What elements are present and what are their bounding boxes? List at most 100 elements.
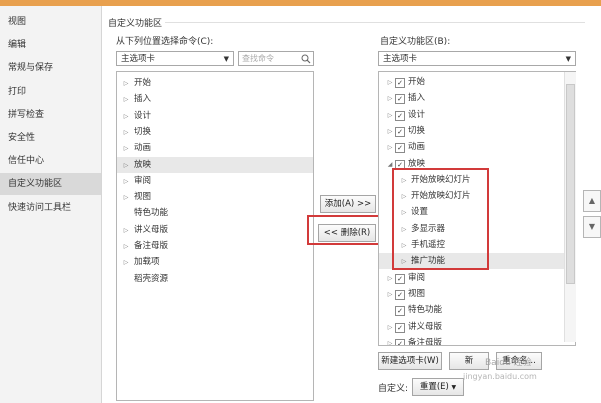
move-down-icon: ▼ (588, 222, 596, 231)
checkbox[interactable]: ✓ (395, 338, 405, 345)
expand-arrow-icon[interactable]: ▷ (385, 91, 395, 107)
list-item-label: 切换 (134, 126, 152, 137)
scrollbar-thumb[interactable] (566, 84, 575, 284)
checkbox[interactable]: ✓ (395, 143, 405, 154)
tree-row-label: 开始 (408, 77, 426, 87)
sidebar-item-print[interactable]: 打印 (0, 81, 101, 103)
new-tab-button[interactable]: 新建选项卡(W) (378, 352, 442, 370)
tree-row-label: 视图 (408, 288, 426, 299)
tree-scrollbar[interactable] (564, 72, 576, 342)
expand-arrow-icon[interactable]: ▷ (121, 125, 131, 141)
list-item[interactable]: ▷ 开始 (117, 75, 313, 92)
list-item-label: 视图 (134, 192, 152, 203)
sidebar-item-trust-center[interactable]: 信任中心 (0, 150, 101, 172)
expand-arrow-icon[interactable]: ▷ (121, 239, 131, 255)
expand-arrow-icon[interactable]: ▷ (121, 109, 131, 125)
checkbox[interactable]: ✓ (395, 322, 405, 333)
list-item-label: 动画 (134, 143, 152, 154)
list-item[interactable]: ▷ 切换 (117, 124, 313, 141)
expand-arrow-icon[interactable]: ▷ (121, 158, 131, 174)
list-item[interactable]: ▷ 放映 (117, 156, 313, 174)
tree-row[interactable]: ▷ ✓ 审阅 (379, 270, 570, 286)
move-up-icon: ▲ (588, 196, 596, 205)
list-item-label: 稻壳资源 (134, 273, 169, 284)
checkbox[interactable]: ✓ (395, 78, 405, 88)
tree-row[interactable]: ▷ ✓ 视图 (379, 286, 570, 302)
choose-commands-select[interactable]: 主选项卡 ▼ (116, 51, 234, 66)
watermark-url: jingyan.baidu.com (463, 372, 537, 381)
dropdown-arrow-icon: ▼ (565, 55, 571, 63)
choose-commands-label: 从下列位置选择命令(C): (116, 37, 214, 47)
expand-arrow-icon[interactable]: ▷ (121, 255, 131, 271)
list-item[interactable]: ▷ 视图 (117, 189, 313, 206)
available-commands-list[interactable]: ▷ 开始 ▷ 插入 ▷ 设计 ▷ 切换 ▷ 动画 ▷ 放映 ▷ 审阅 ▷ 视图 特色功能 ▷ 讲义母版 ▷ 备注母版 ▷ 加… (116, 71, 314, 401)
customize-ribbon-label: 自定义功能区(B): (380, 37, 451, 47)
list-item[interactable]: ▷ 加载项 (117, 254, 313, 271)
expand-arrow-icon[interactable]: ▷ (121, 141, 131, 157)
sidebar-item-edit[interactable]: 编辑 (0, 34, 101, 56)
new-group-button[interactable]: 新 (449, 352, 489, 370)
tree-row-label: 动画 (408, 142, 426, 153)
list-item-label: 讲义母版 (134, 224, 169, 235)
tree-row-label: 切换 (408, 125, 426, 136)
tree-row[interactable]: ▷ ✓ 备注母版 (379, 335, 570, 345)
add-button[interactable]: 添加(A) >> (320, 195, 376, 213)
list-item-label: 开始 (134, 78, 152, 88)
expand-arrow-icon[interactable]: ▷ (385, 287, 395, 303)
expand-arrow-icon[interactable]: ▷ (385, 336, 395, 345)
expand-arrow-icon[interactable]: ▷ (121, 174, 131, 190)
checkbox[interactable]: ✓ (395, 273, 405, 284)
list-item-label: 插入 (134, 94, 152, 105)
tree-row[interactable]: ▷ ✓ 插入 (379, 90, 570, 106)
reset-label: 重置(E) (419, 382, 449, 392)
expand-arrow-icon[interactable]: ▷ (121, 190, 131, 206)
chevron-down-icon: ▼ (451, 384, 457, 391)
customize-ribbon-select[interactable]: 主选项卡 ▼ (378, 51, 576, 66)
tree-row[interactable]: ▷ ✓ 设计 (379, 107, 570, 123)
tree-row[interactable]: ▷ ✓ 开始 (379, 74, 570, 90)
checkbox[interactable]: ✓ (395, 110, 405, 121)
list-item[interactable]: 稻壳资源 (117, 271, 313, 287)
expand-arrow-icon[interactable]: ▷ (385, 320, 395, 336)
tree-row-label: 讲义母版 (408, 321, 443, 332)
expand-arrow-icon[interactable]: ▷ (385, 108, 395, 124)
expand-arrow-icon[interactable]: ▷ (385, 140, 395, 156)
remove-button-highlight (307, 215, 383, 245)
expand-arrow-icon[interactable]: ▷ (121, 76, 131, 92)
move-up-button[interactable]: ▲ (583, 190, 601, 212)
tree-row[interactable]: ▷ ✓ 讲义母版 (379, 319, 570, 335)
reset-button[interactable]: 重置(E) ▼ (412, 378, 464, 396)
list-item[interactable]: ▷ 讲义母版 (117, 222, 313, 239)
search-placeholder: 查找命令 (242, 54, 274, 63)
customize-ribbon-value: 主选项卡 (383, 54, 418, 64)
checkbox[interactable]: ✓ (395, 289, 405, 300)
command-search-input[interactable]: 查找命令 (238, 51, 314, 66)
checkbox[interactable]: ✓ (395, 306, 405, 317)
checkbox[interactable]: ✓ (395, 94, 405, 105)
list-item[interactable]: ▷ 备注母版 (117, 238, 313, 255)
expand-arrow-icon[interactable]: ▷ (121, 223, 131, 239)
sidebar-item-customize-ribbon[interactable]: 自定义功能区 (0, 173, 101, 196)
list-item[interactable]: ▷ 审阅 (117, 173, 313, 190)
tree-row[interactable]: ▷ ✓ 动画 (379, 139, 570, 155)
list-item[interactable]: 特色功能 (117, 205, 313, 221)
expand-arrow-icon[interactable]: ▷ (121, 92, 131, 108)
move-down-button[interactable]: ▼ (583, 216, 601, 238)
expand-arrow-icon[interactable]: ▷ (385, 75, 395, 91)
sidebar-item-security[interactable]: 安全性 (0, 127, 101, 149)
search-icon[interactable] (301, 54, 311, 64)
sidebar-item-general-save[interactable]: 常规与保存 (0, 57, 101, 79)
tree-row[interactable]: ✓ 特色功能 (379, 302, 570, 318)
list-item[interactable]: ▷ 设计 (117, 108, 313, 125)
checkbox[interactable]: ✓ (395, 126, 405, 137)
sidebar-item-quick-access[interactable]: 快速访问工具栏 (0, 197, 101, 219)
expand-arrow-icon[interactable]: ▷ (385, 124, 395, 140)
list-item[interactable]: ▷ 插入 (117, 91, 313, 108)
watermark-logo: Baidu 经验 (485, 358, 532, 368)
tree-row-label: 审阅 (408, 272, 426, 283)
tree-row[interactable]: ▷ ✓ 切换 (379, 123, 570, 139)
expand-arrow-icon[interactable]: ▷ (385, 271, 395, 287)
sidebar-item-view[interactable]: 视图 (0, 11, 101, 33)
sidebar-item-spellcheck[interactable]: 拼写检查 (0, 104, 101, 126)
list-item[interactable]: ▷ 动画 (117, 140, 313, 157)
